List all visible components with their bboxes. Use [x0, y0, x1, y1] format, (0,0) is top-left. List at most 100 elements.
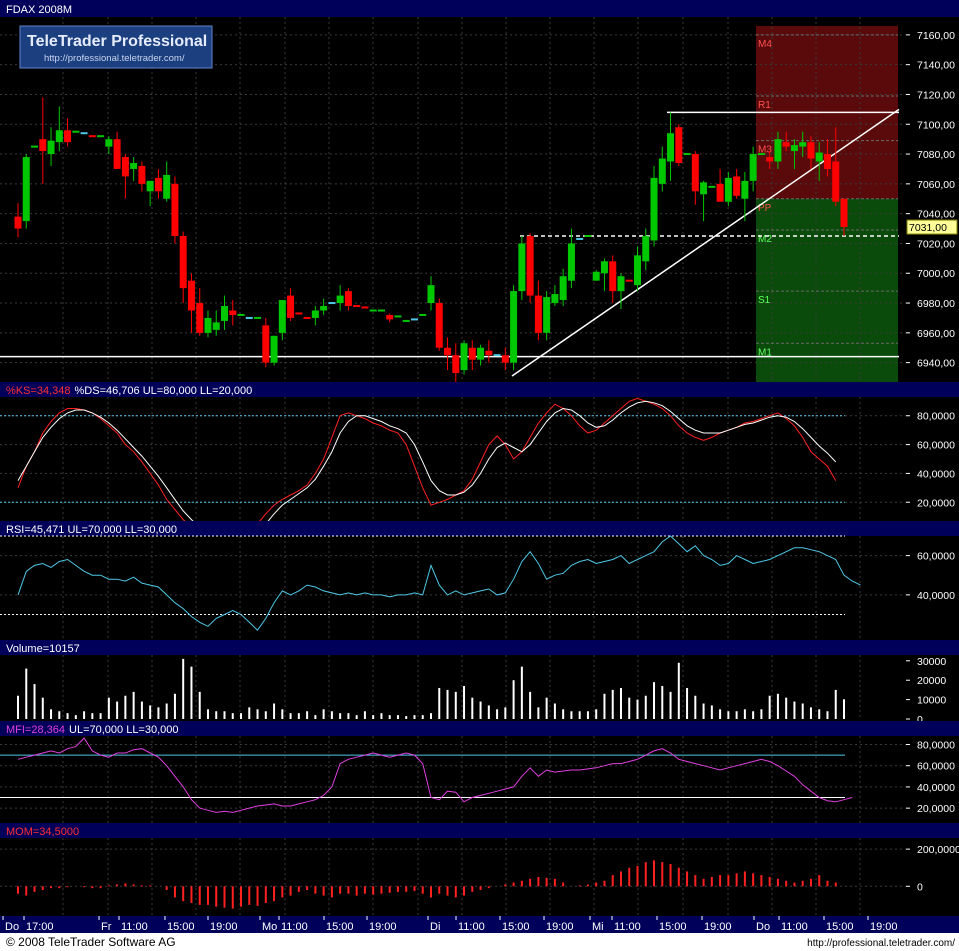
candle-body — [262, 325, 270, 363]
volume-panel-header — [0, 640, 959, 655]
candle-body — [460, 343, 468, 371]
pivot-label: R1 — [758, 100, 771, 111]
candle-body — [22, 157, 30, 222]
price-tick-label: 7060,00 — [917, 179, 955, 191]
candle-body — [196, 303, 204, 333]
candle-body — [121, 157, 129, 177]
candle-body — [105, 139, 113, 147]
y-tick-label: 20,0000 — [917, 803, 955, 815]
x-tick-label: 11:00 — [121, 921, 148, 933]
candle-body — [55, 130, 63, 143]
candle-body — [815, 152, 823, 162]
candle-body — [600, 261, 608, 274]
candle-body — [782, 142, 790, 147]
instrument-title: FDAX 2008M — [6, 4, 72, 16]
candle-body — [526, 236, 534, 296]
candle-body — [691, 154, 699, 192]
x-tick-label: 15:00 — [826, 921, 854, 933]
y-tick-label: 0 — [917, 881, 923, 893]
candle-body — [667, 133, 675, 162]
candle-body — [130, 163, 138, 169]
y-tick-label: 40,0000 — [917, 782, 955, 794]
candle-body — [658, 158, 666, 184]
x-tick-label: 17:00 — [26, 921, 54, 933]
x-tick-label: Do — [756, 921, 770, 933]
candle-body — [510, 291, 518, 363]
candle-body — [14, 216, 22, 229]
candle-body — [212, 322, 220, 330]
x-tick-label: 11:00 — [458, 921, 485, 933]
candle-body — [716, 183, 724, 202]
y-tick-label: 200,0000 — [917, 844, 959, 856]
candle-body — [790, 145, 798, 152]
candle-body — [452, 355, 460, 374]
x-tick-label: 15:00 — [659, 921, 687, 933]
candle-body — [39, 139, 47, 152]
x-tick-label: Mo — [262, 921, 277, 933]
candle-body — [477, 347, 485, 360]
price-tick-label: 7080,00 — [917, 149, 955, 161]
price-tick-label: 6940,00 — [917, 358, 955, 370]
candle-body — [187, 280, 195, 311]
y-tick-label: 80,0000 — [917, 411, 955, 423]
candle-body — [650, 177, 658, 241]
candle-body — [344, 291, 352, 307]
price-tick-label: 7160,00 — [917, 30, 955, 42]
rsi-header: RSI=45,471 UL=70,000 LL=30,000 — [6, 524, 177, 536]
candle-body — [435, 303, 443, 348]
x-tick-label: 19:00 — [210, 921, 238, 933]
teletrader-logo: TeleTrader Professional http://professio… — [19, 25, 213, 69]
support-zone — [756, 198, 898, 382]
candle-body — [766, 157, 774, 162]
mom-header: MOM=34,5000 — [6, 826, 79, 838]
y-tick-label: 10000 — [917, 695, 946, 707]
candle-body — [154, 177, 162, 192]
candle-body — [642, 236, 650, 262]
candle-body — [138, 165, 146, 184]
pivot-label: M4 — [758, 39, 772, 50]
stoch-params: %DS=46,706 UL=80,000 LL=20,000 — [75, 385, 253, 397]
x-tick-label: 11:00 — [614, 921, 641, 933]
x-tick-label: 15:00 — [167, 921, 195, 933]
y-tick-label: 20,0000 — [917, 497, 955, 509]
x-tick-label: 15:00 — [502, 921, 530, 933]
candle-body — [551, 294, 559, 304]
candle-body — [567, 243, 575, 281]
mfi-value: MFI=28,364 — [6, 724, 65, 736]
y-tick-label: 60,0000 — [917, 761, 955, 773]
price-tick-label: 7020,00 — [917, 238, 955, 250]
x-tick-label: Di — [430, 921, 440, 933]
candle-body — [823, 154, 831, 169]
footer-url[interactable]: http://professional.teletrader.com/ — [807, 938, 955, 949]
candle-body — [543, 297, 551, 333]
x-tick-label: Fr — [101, 921, 112, 933]
x-tick-label: Do — [5, 921, 19, 933]
candle-body — [386, 314, 394, 320]
candle-body — [832, 161, 840, 202]
candle-body — [311, 310, 319, 318]
stoch-k-value: %KS=34,348 — [6, 385, 71, 397]
candle-body — [485, 350, 493, 356]
candle-body — [807, 142, 815, 159]
y-tick-label: 60,0000 — [917, 551, 955, 563]
logo-url: http://professional.teletrader.com/ — [44, 53, 185, 64]
candle-body — [799, 142, 807, 147]
candle-body — [468, 347, 476, 360]
candle-body — [179, 236, 187, 289]
candle-body — [617, 276, 625, 292]
candle-body — [774, 139, 782, 162]
mfi-params: UL=70,000 LL=30,000 — [69, 724, 179, 736]
candle-body — [47, 140, 55, 155]
footer-copyright: © 2008 TeleTrader Software AG — [6, 935, 176, 949]
candle-body — [444, 347, 452, 356]
candle-body — [840, 198, 848, 228]
candle-body — [733, 176, 741, 196]
price-tick-label: 7000,00 — [917, 268, 955, 280]
candle-body — [724, 177, 732, 202]
price-tick-label: 7120,00 — [917, 89, 955, 101]
y-tick-label: 40,0000 — [917, 590, 955, 602]
x-tick-label: 15:00 — [326, 921, 354, 933]
y-tick-label: 20000 — [917, 675, 946, 687]
price-tick-label: 6980,00 — [917, 298, 955, 310]
y-tick-label: 30000 — [917, 656, 946, 668]
